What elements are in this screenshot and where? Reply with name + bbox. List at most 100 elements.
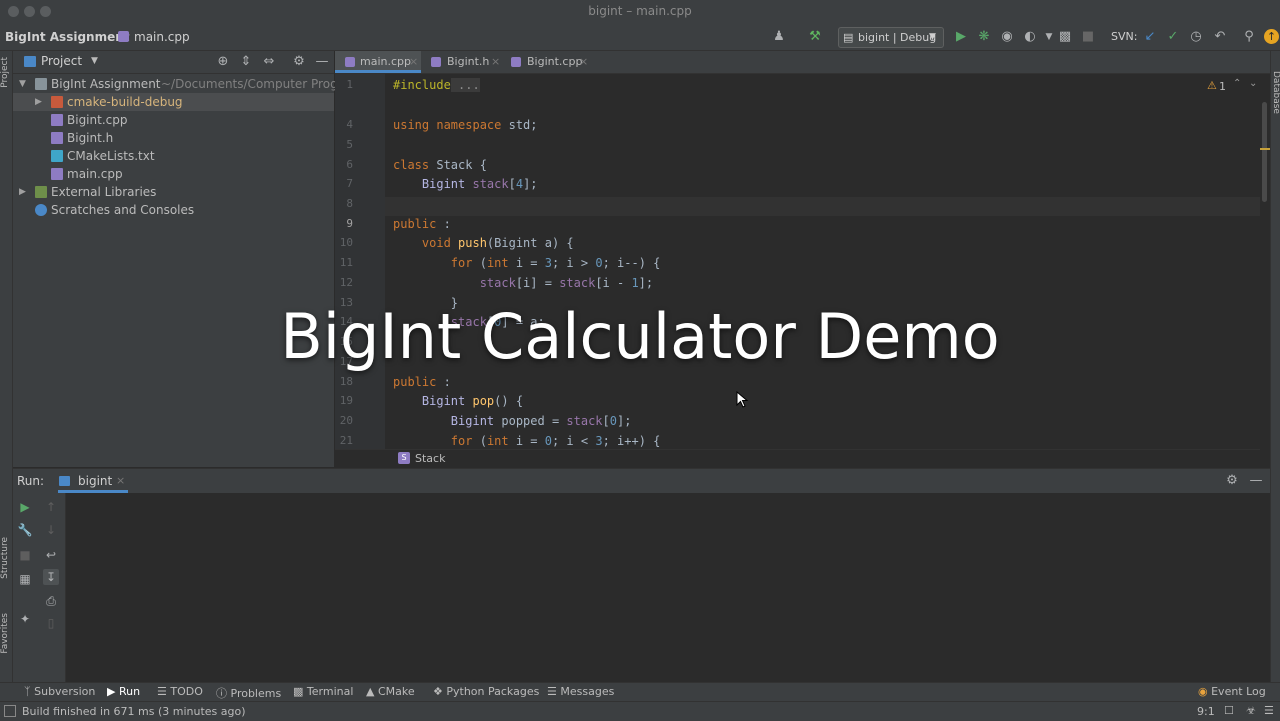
breadcrumb-item[interactable]: Stack (415, 452, 445, 465)
event-log-icon: ◉ (1198, 685, 1208, 698)
arrow-up-icon[interactable]: ↑ (43, 499, 59, 515)
lock-icon[interactable]: ☐ (1224, 704, 1234, 717)
user-icon[interactable]: ♟ (770, 28, 788, 46)
gear-icon[interactable]: ⚙ (290, 53, 308, 71)
rerun-icon[interactable]: ▶ (17, 499, 33, 515)
structure-tool-window-label[interactable]: Structure (0, 537, 10, 579)
favorites-tool-window-label[interactable]: Favorites (0, 613, 10, 654)
warning-count[interactable]: 1 (1219, 80, 1226, 93)
tool-label: Python Packages (446, 685, 540, 698)
soft-wrap-icon[interactable]: ↩ (43, 547, 59, 563)
tool-terminal[interactable]: ▩ Terminal (293, 685, 353, 698)
tool-python-packages[interactable]: ❖ Python Packages (433, 685, 539, 698)
print-icon[interactable]: ⎙ (43, 593, 59, 609)
search-icon[interactable]: ⚲ (1240, 28, 1258, 46)
inspection-icon[interactable]: ☣ (1246, 704, 1256, 717)
attach-icon[interactable]: ▩ (1056, 28, 1074, 46)
tree-item-external-libraries[interactable]: ▶ External Libraries (13, 183, 334, 201)
tab-bigint-h[interactable]: Bigint.h × (423, 51, 503, 73)
chevron-down-icon[interactable]: ⌄ (1249, 78, 1257, 89)
run-tab-label[interactable]: bigint (78, 474, 112, 488)
close-icon[interactable]: × (409, 51, 418, 73)
tree-item-scratches[interactable]: Scratches and Consoles (13, 201, 334, 219)
warning-icon[interactable]: ⚠ (1207, 79, 1217, 92)
info-icon: ⓘ (216, 687, 227, 700)
tree-item-cmakelists[interactable]: CMakeLists.txt (13, 147, 334, 165)
tree-item-cmake-build-debug[interactable]: ▶ cmake-build-debug (13, 93, 334, 111)
tool-cmake[interactable]: ▲ CMake (366, 685, 415, 698)
code-editor[interactable]: #include ... using namespace std; class … (385, 74, 1260, 449)
tool-event-log[interactable]: ◉ Event Log (1198, 685, 1266, 698)
toggle-tool-windows-icon[interactable] (4, 705, 16, 717)
wrench-icon[interactable]: 🔧 (17, 522, 33, 538)
profile-icon[interactable]: ◐ (1021, 28, 1039, 46)
caret-row-highlight (385, 197, 1260, 216)
window-title-bar: bigint – main.cpp (0, 0, 1280, 24)
ide-update-icon[interactable]: ↑ (1264, 29, 1279, 44)
code-line-20: Bigint popped = stack[0]; (393, 414, 632, 428)
debug-icon[interactable]: ❋ (975, 28, 993, 46)
memory-icon[interactable]: ☰ (1264, 704, 1274, 717)
tree-item-bigint-cpp[interactable]: Bigint.cpp (13, 111, 334, 129)
arrow-down-icon[interactable]: ↓ (43, 522, 59, 538)
stop-icon[interactable]: ■ (17, 547, 33, 563)
tree-item-bigint-h[interactable]: Bigint.h (13, 129, 334, 147)
scroll-to-end-icon[interactable]: ↧ (43, 569, 59, 585)
tool-subversion[interactable]: ᛉ Subversion (24, 685, 95, 698)
collapse-all-icon[interactable]: ⇔ (260, 53, 278, 71)
tab-bigint-cpp[interactable]: Bigint.cpp × (505, 51, 595, 73)
scrollbar-thumb[interactable] (1262, 102, 1267, 202)
history-icon[interactable]: ◷ (1187, 28, 1205, 46)
coverage-icon[interactable]: ◉ (998, 28, 1016, 46)
trash-icon[interactable]: ▯ (43, 615, 59, 631)
line-number: 21 (339, 434, 353, 447)
tool-run[interactable]: ▶ Run (107, 685, 140, 698)
breadcrumb-file[interactable]: main.cpp (134, 30, 190, 44)
close-icon[interactable]: × (116, 474, 125, 487)
chevron-right-icon[interactable]: ▶ (19, 183, 26, 201)
chevron-right-icon[interactable]: ▶ (35, 93, 42, 111)
warning-marker[interactable] (1260, 148, 1270, 150)
editor-breadcrumb: S Stack (335, 449, 1260, 468)
close-icon[interactable]: × (579, 51, 588, 73)
run-panel-label: Run: (17, 474, 45, 488)
database-tool-window-label[interactable]: Database (1271, 71, 1280, 114)
expand-all-icon[interactable]: ⇕ (237, 53, 255, 71)
tab-label: main.cpp (360, 55, 411, 68)
tab-main-cpp[interactable]: main.cpp × (335, 51, 421, 73)
tool-messages[interactable]: ☰ Messages (547, 685, 614, 698)
code-line-19: Bigint pop() { (393, 394, 524, 408)
chevron-down-icon[interactable]: ▼ (19, 75, 26, 93)
tree-item-main-cpp[interactable]: main.cpp (13, 165, 334, 183)
run-icon[interactable]: ▶ (952, 28, 970, 46)
build-hammer-icon[interactable]: ⚒ (806, 28, 824, 46)
editor-gutter[interactable]: 1 4 5 6 7 8 9 10 11 12 13 14 15 17 18 19… (335, 74, 385, 449)
code-line-5: using namespace std; (393, 118, 538, 132)
pin-icon[interactable]: ✦ (17, 611, 33, 627)
chevron-down-icon[interactable]: ▼ (91, 56, 98, 66)
library-icon (35, 186, 47, 198)
mouse-cursor-icon (736, 391, 749, 408)
caret-position[interactable]: 9:1 (1197, 705, 1215, 718)
tool-problems[interactable]: ⓘ Problems (216, 685, 281, 701)
close-icon[interactable]: × (491, 51, 500, 73)
vcs-update-icon[interactable]: ↙ (1141, 28, 1159, 46)
breadcrumb-project[interactable]: BigInt Assignment (5, 30, 130, 44)
gear-icon[interactable]: ⚙ (1223, 472, 1241, 490)
editor-scrollbar[interactable] (1260, 74, 1270, 467)
hide-panel-icon[interactable]: — (313, 53, 331, 71)
vcs-commit-icon[interactable]: ✓ (1164, 28, 1182, 46)
run-configuration-select[interactable]: ▤ bigint | Debug ▼ (838, 27, 944, 48)
rollback-icon[interactable]: ↶ (1211, 28, 1229, 46)
layout-icon[interactable]: ▦ (17, 571, 33, 587)
locate-file-icon[interactable]: ⊕ (214, 53, 232, 71)
project-tool-window-label[interactable]: Project (0, 57, 10, 88)
tree-item-project-root[interactable]: ▼ BigInt Assignment ~/Documents/Computer… (13, 75, 350, 93)
hide-panel-icon[interactable]: — (1247, 472, 1265, 490)
project-view-title[interactable]: Project (41, 54, 82, 68)
stop-icon[interactable]: ■ (1079, 28, 1097, 46)
code-line-10: public : (393, 217, 451, 231)
chevron-up-icon[interactable]: ⌃ (1233, 78, 1241, 89)
tool-todo[interactable]: ☰ TODO (157, 685, 203, 698)
cmake-icon: ▲ (366, 685, 375, 698)
